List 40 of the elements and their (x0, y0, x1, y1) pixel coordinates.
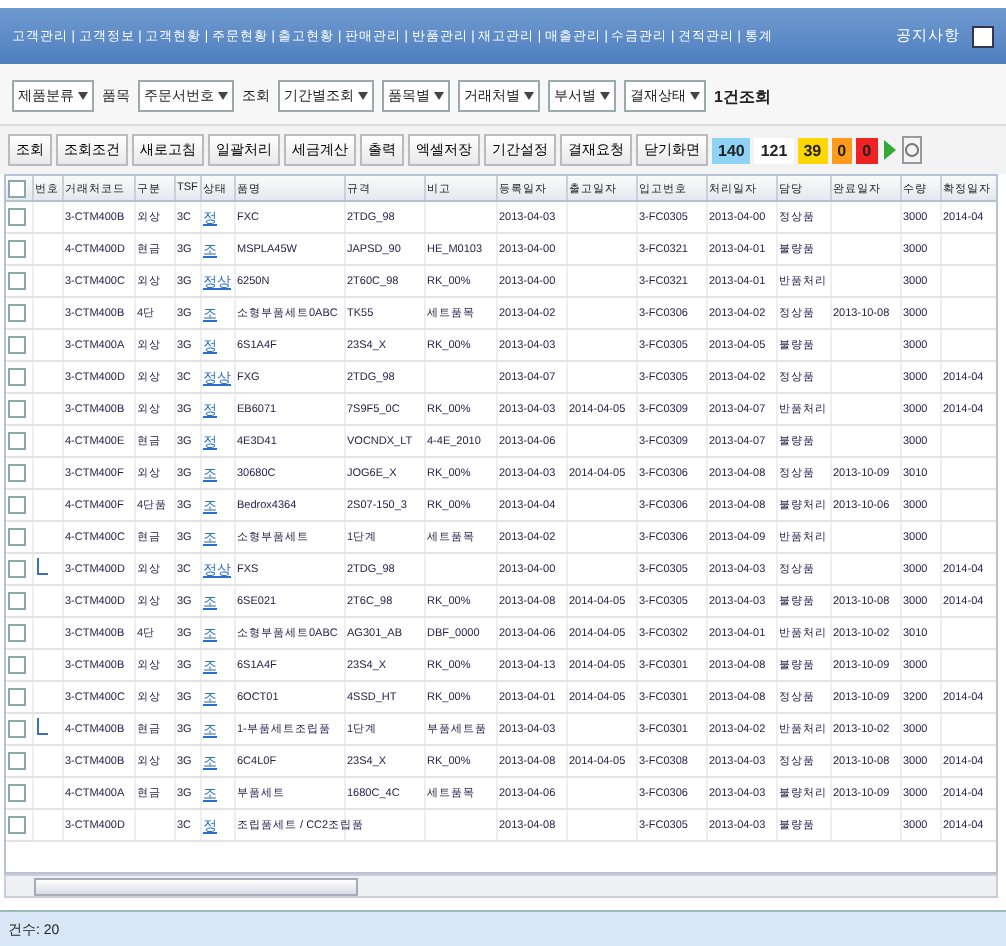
row-checkbox[interactable] (8, 752, 26, 770)
status-count: 0 (831, 137, 853, 163)
row-checkbox[interactable] (8, 784, 26, 802)
row-checkbox[interactable] (8, 464, 26, 482)
row-checkbox[interactable] (8, 816, 26, 834)
caret-icon (600, 92, 610, 100)
row-checkbox[interactable] (8, 400, 26, 418)
play-icon[interactable] (881, 138, 898, 162)
status-count: 121 (754, 137, 794, 163)
row-checkbox[interactable] (8, 272, 26, 290)
status-count: 0 (856, 137, 878, 163)
horizontal-scrollbar[interactable] (4, 874, 998, 898)
row-checkbox[interactable] (8, 656, 26, 674)
caret-icon (434, 92, 444, 100)
caret-icon (358, 92, 368, 100)
row-checkbox[interactable] (8, 208, 26, 226)
caret-icon (78, 92, 88, 100)
result-count: 1건조회 (714, 85, 771, 107)
status-count: 140 (712, 137, 751, 163)
row-checkbox[interactable] (8, 528, 26, 546)
row-checkbox[interactable] (8, 240, 26, 258)
row-checkbox[interactable] (8, 688, 26, 706)
tree-branch-icon[interactable] (35, 718, 49, 736)
refresh-icon[interactable] (901, 136, 922, 164)
row-checkbox[interactable] (8, 432, 26, 450)
row-checkbox[interactable] (8, 336, 26, 354)
select-all-checkbox[interactable] (8, 179, 26, 197)
window-icon[interactable] (972, 25, 994, 47)
caret-icon (218, 92, 228, 100)
row-checkbox[interactable] (8, 368, 26, 386)
row-checkbox[interactable] (8, 304, 26, 322)
row-checkbox[interactable] (8, 496, 26, 514)
tree-branch-icon[interactable] (35, 558, 49, 576)
row-checkbox[interactable] (8, 624, 26, 642)
row-checkbox[interactable] (8, 720, 26, 738)
caret-icon (524, 92, 534, 100)
status-count: 39 (797, 137, 828, 163)
row-checkbox[interactable] (8, 592, 26, 610)
caret-icon (690, 92, 700, 100)
row-checkbox[interactable] (8, 560, 26, 578)
